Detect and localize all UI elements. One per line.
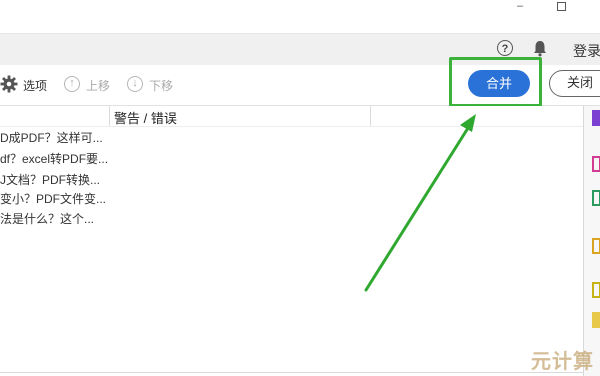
gear-icon[interactable] <box>0 75 18 93</box>
login-link[interactable]: 登录 <box>573 41 600 61</box>
merge-highlight-box <box>449 57 542 107</box>
divider <box>0 372 584 373</box>
move-down-button[interactable]: 下移 <box>149 77 173 94</box>
close-button[interactable]: 关闭 <box>549 70 600 97</box>
options-button[interactable]: 选项 <box>23 77 47 94</box>
table-row[interactable]: df？excel转PDF要... <box>0 150 108 167</box>
tool-icon[interactable] <box>592 238 600 254</box>
tool-icon[interactable] <box>592 312 600 328</box>
move-up-button[interactable]: 上移 <box>86 77 110 94</box>
table-row[interactable]: 法是什么？这个... <box>0 210 94 227</box>
table-header <box>0 106 584 127</box>
column-header-warning-error[interactable]: 警告 / 错误 <box>114 108 177 127</box>
watermark: 元计算 <box>531 351 594 373</box>
help-icon[interactable]: ? <box>497 40 513 56</box>
arrow-down-icon[interactable]: ↓ <box>127 76 143 92</box>
bell-icon[interactable] <box>531 39 549 57</box>
divider <box>583 106 584 376</box>
table-row[interactable]: J文档？PDF转换... <box>0 171 100 188</box>
arrow-up-icon[interactable]: ↑ <box>64 76 80 92</box>
column-divider[interactable] <box>109 106 110 126</box>
minimize-button[interactable]: – <box>505 0 535 14</box>
tool-icon[interactable] <box>592 156 600 172</box>
table-row[interactable]: D成PDF？这样可... <box>0 129 103 146</box>
maximize-icon <box>556 2 566 11</box>
maximize-button[interactable] <box>546 0 576 14</box>
tool-icon[interactable] <box>592 110 600 126</box>
tool-icon[interactable] <box>592 282 600 298</box>
table-row[interactable]: 变小？PDF文件变... <box>0 190 106 207</box>
column-divider[interactable] <box>370 106 371 126</box>
tool-icon[interactable] <box>592 190 600 206</box>
